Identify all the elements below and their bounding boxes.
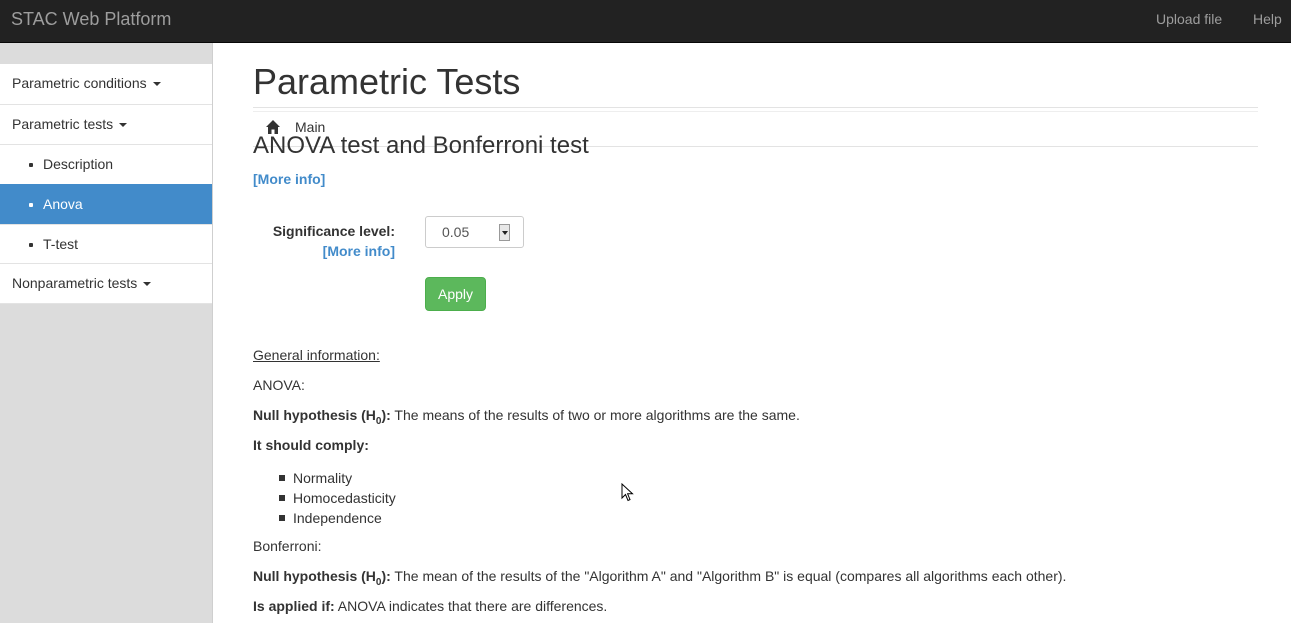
bullet-icon xyxy=(29,243,33,247)
section-title: ANOVA test and Bonferroni test xyxy=(253,132,589,159)
brand-title[interactable]: STAC Web Platform xyxy=(11,9,171,30)
caret-down-icon xyxy=(152,82,161,87)
sidebar-item-description[interactable]: Description xyxy=(0,144,212,184)
upload-file-link[interactable]: Upload file xyxy=(1156,11,1222,27)
list-item-label: Independence xyxy=(293,510,382,526)
sidebar: Main Parametric conditions Parametric te… xyxy=(0,43,1258,623)
top-navbar: STAC Web Platform Upload file Help xyxy=(0,0,1291,43)
comply-label: It should comply: xyxy=(253,437,369,453)
sidebar-menu: Main Parametric conditions Parametric te… xyxy=(0,64,1258,304)
applied-if-text: ANOVA indicates that there are differenc… xyxy=(334,598,608,614)
bullet-icon xyxy=(29,163,33,167)
conditions-list: Normality Homocedasticity Independence xyxy=(279,468,396,528)
sidebar-item-label: Description xyxy=(43,156,114,172)
general-information-heading: General information: xyxy=(253,347,380,363)
null-hypothesis-text: Null hypothesis (H xyxy=(253,568,376,584)
square-bullet-icon xyxy=(279,495,285,501)
divider xyxy=(253,111,1258,112)
anova-label: ANOVA: xyxy=(253,377,305,393)
null-hypothesis-close: ): xyxy=(381,407,391,423)
anova-null-text: The means of the results of two or more … xyxy=(390,407,800,423)
sidebar-item-anova[interactable]: Anova xyxy=(0,184,212,224)
significance-level-value: 0.05 xyxy=(442,224,470,240)
null-hypothesis-text: Null hypothesis (H xyxy=(253,407,376,423)
sidebar-item-label: T-test xyxy=(43,236,79,252)
more-info-link[interactable]: [More info] xyxy=(253,171,325,187)
list-item-label: Homocedasticity xyxy=(293,490,396,506)
list-item-label: Normality xyxy=(293,470,353,486)
bonferroni-label: Bonferroni: xyxy=(253,538,322,554)
caret-down-icon xyxy=(143,282,152,287)
square-bullet-icon xyxy=(279,515,285,521)
null-hypothesis-label: Null hypothesis (H0): xyxy=(253,568,391,588)
list-item: Independence xyxy=(279,508,396,528)
sidebar-item-label: Anova xyxy=(43,196,83,212)
square-bullet-icon xyxy=(279,475,285,481)
dropdown-arrow-icon[interactable] xyxy=(499,224,510,241)
sidebar-item-label: Parametric conditions xyxy=(12,75,147,91)
significance-more-info-link[interactable]: [More info] xyxy=(323,243,395,259)
list-item: Normality xyxy=(279,468,396,488)
help-link[interactable]: Help xyxy=(1253,11,1282,27)
null-hypothesis-label: Null hypothesis (H0): xyxy=(253,407,391,427)
sidebar-item-label: Nonparametric tests xyxy=(12,275,138,291)
significance-level-label: Significance level: xyxy=(272,223,395,239)
bullet-icon xyxy=(29,203,33,207)
anova-null-hypothesis: Null hypothesis (H0): The means of the r… xyxy=(253,407,800,427)
sidebar-item-label: Parametric tests xyxy=(12,116,114,132)
sidebar-item-parametric-conditions[interactable]: Parametric conditions xyxy=(0,64,212,104)
significance-level-select[interactable]: 0.05 xyxy=(425,216,524,248)
caret-down-icon xyxy=(119,123,128,128)
bonferroni-null-hypothesis: Null hypothesis (H0): The mean of the re… xyxy=(253,568,1066,588)
apply-button[interactable]: Apply xyxy=(425,277,486,311)
page-title: Parametric Tests xyxy=(253,61,521,102)
sidebar-item-parametric-tests[interactable]: Parametric tests xyxy=(0,104,212,144)
applied-if: Is applied if: ANOVA indicates that ther… xyxy=(253,598,607,614)
applied-if-label: Is applied if: xyxy=(253,598,335,614)
sidebar-item-t-test[interactable]: T-test xyxy=(0,224,212,264)
mouse-cursor-icon xyxy=(621,483,634,502)
list-item: Homocedasticity xyxy=(279,488,396,508)
bonferroni-null-text: The mean of the results of the "Algorith… xyxy=(390,568,1067,584)
sidebar-item-nonparametric-tests[interactable]: Nonparametric tests xyxy=(0,264,212,304)
null-hypothesis-close: ): xyxy=(381,568,391,584)
